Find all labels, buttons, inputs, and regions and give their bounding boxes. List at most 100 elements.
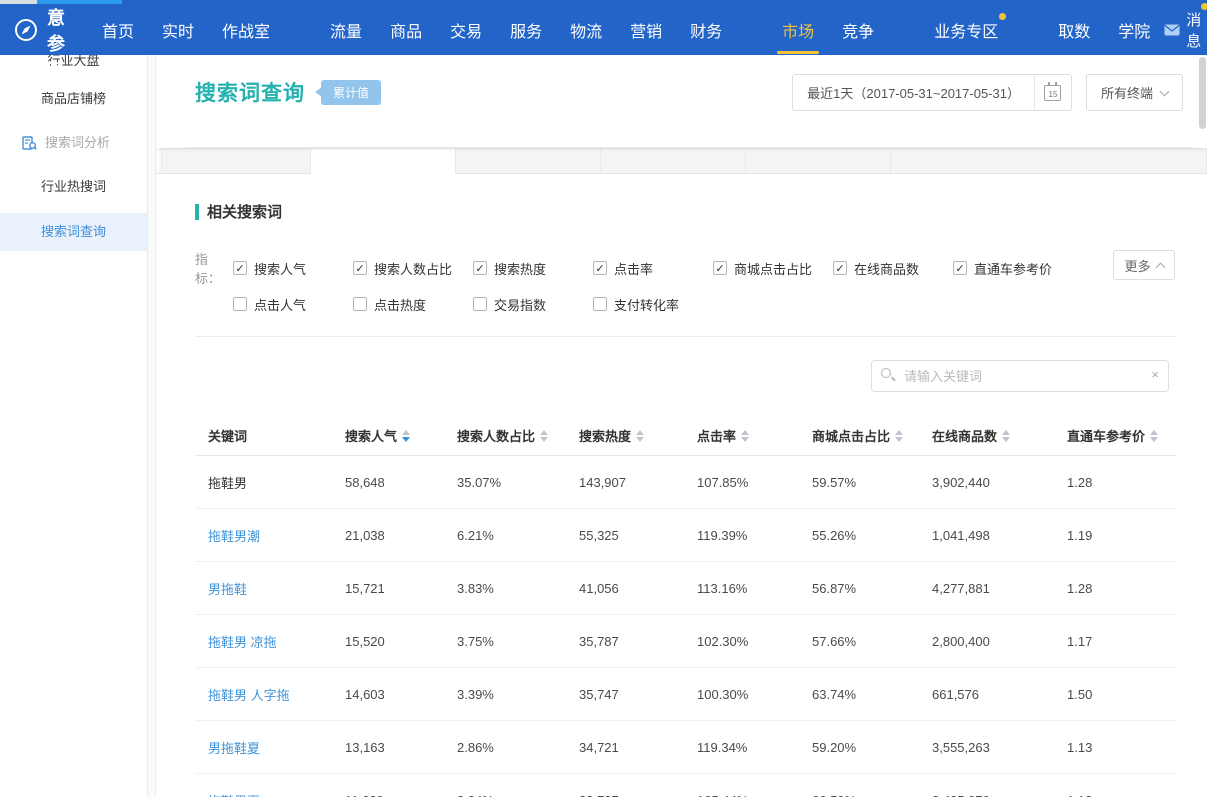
nav-item-business-zone[interactable]: 业务专区 <box>934 18 998 42</box>
nav-item-service[interactable]: 服务 <box>510 18 542 42</box>
value-cell: 14,603 <box>345 687 457 702</box>
nav-item-logistics[interactable]: 物流 <box>570 18 602 42</box>
keyword-link[interactable]: 拖鞋男夏 <box>195 791 345 797</box>
checkbox-checked-icon[interactable]: ✓ <box>953 261 967 275</box>
filter-click-popularity[interactable]: 点击人气 <box>233 295 353 314</box>
keyword-link[interactable]: 拖鞋男潮 <box>195 526 345 545</box>
clear-icon[interactable]: × <box>1151 367 1159 382</box>
sidebar-item-industry-hot-words[interactable]: 行业热搜词 <box>0 165 147 209</box>
tab-4[interactable] <box>601 148 746 173</box>
column-header-click-rate[interactable]: 点击率 <box>697 426 812 445</box>
column-header-search-popularity[interactable]: 搜索人气 <box>345 426 457 445</box>
checkbox-checked-icon[interactable]: ✓ <box>233 261 247 275</box>
sidebar-group-search-analysis: 搜索词分析 <box>0 121 147 165</box>
sidebar-scrollbar[interactable] <box>147 55 156 797</box>
value-cell: 119.34% <box>697 740 812 755</box>
checkbox-unchecked-icon[interactable] <box>233 297 247 311</box>
value-cell: 661,576 <box>932 687 1067 702</box>
keyword-link[interactable]: 男拖鞋夏 <box>195 738 345 757</box>
column-header-ztc-price[interactable]: 直通车参考价 <box>1067 426 1177 445</box>
column-header-online-products[interactable]: 在线商品数 <box>932 426 1067 445</box>
sort-icon[interactable] <box>636 430 644 442</box>
table-row: 男拖鞋 15,721 3.83% 41,056 113.16% 56.87% 4… <box>195 562 1177 615</box>
tab-6[interactable] <box>891 148 1207 173</box>
sort-icon[interactable] <box>1002 430 1010 442</box>
app-window: 生意参谋 首页 实时 作战室 流量 商品 交易 服务 物流 营销 财务 市场 竞… <box>0 0 1207 797</box>
nav-item-academy[interactable]: 学院 <box>1118 18 1150 42</box>
table-row: 拖鞋男 58,648 35.07% 143,907 107.85% 59.57%… <box>195 456 1177 509</box>
column-header-mall-click-share[interactable]: 商城点击占比 <box>812 426 932 445</box>
more-button[interactable]: 更多 <box>1113 250 1175 280</box>
nav-item-messages[interactable]: 消息 <box>1164 9 1201 51</box>
checkbox-checked-icon[interactable]: ✓ <box>593 261 607 275</box>
value-cell: 4,277,881 <box>932 581 1067 596</box>
checkbox-checked-icon[interactable]: ✓ <box>353 261 367 275</box>
checkbox-checked-icon[interactable]: ✓ <box>713 261 727 275</box>
value-cell: 35,747 <box>579 687 697 702</box>
keyword-link[interactable]: 拖鞋男 凉拖 <box>195 632 345 651</box>
nav-item-data-fetch[interactable]: 取数 <box>1058 18 1090 42</box>
date-range-picker[interactable]: 最近1天（2017-05-31~2017-05-31） 15 <box>792 74 1072 111</box>
nav-item-home[interactable]: 首页 <box>102 18 134 42</box>
brand-logo[interactable]: 生意参谋 <box>14 0 66 82</box>
sort-icon[interactable] <box>741 430 749 442</box>
keyword-link[interactable]: 拖鞋男 人字拖 <box>195 685 345 704</box>
sidebar-item-search-word-query[interactable]: 搜索词查询 <box>0 213 147 251</box>
value-cell: 55.26% <box>812 528 932 543</box>
keyword-link[interactable]: 男拖鞋 <box>195 579 345 598</box>
filter-trade-index[interactable]: 交易指数 <box>473 295 593 314</box>
checkbox-unchecked-icon[interactable] <box>353 297 367 311</box>
filter-mall-click-share[interactable]: ✓ 商城点击占比 <box>713 259 833 278</box>
sort-icon[interactable] <box>895 430 903 442</box>
tab-5[interactable] <box>746 148 891 173</box>
page-scrollbar-thumb[interactable] <box>1199 57 1206 129</box>
main-panel: 搜索词查询 累计值 最近1天（2017-05-31~2017-05-31） 15… <box>156 55 1207 797</box>
filter-search-popularity[interactable]: ✓ 搜索人气 <box>233 259 353 278</box>
keyword-search-input[interactable] <box>871 360 1169 392</box>
nav-item-trade[interactable]: 交易 <box>450 18 482 42</box>
value-cell: 1.13 <box>1067 793 1177 797</box>
nav-item-finance[interactable]: 财务 <box>690 18 722 42</box>
tab-1[interactable] <box>161 148 311 173</box>
nav-item-competition[interactable]: 竞争 <box>842 18 874 42</box>
section-accent-bar <box>195 204 199 220</box>
filter-searcher-share[interactable]: ✓ 搜索人数占比 <box>353 259 473 278</box>
value-cell: 143,907 <box>579 475 697 490</box>
filter-online-products[interactable]: ✓ 在线商品数 <box>833 259 953 278</box>
nav-item-product[interactable]: 商品 <box>390 18 422 42</box>
sort-icon[interactable] <box>1150 430 1158 442</box>
tab-2-active[interactable] <box>311 148 456 174</box>
filter-ztc-reference-price[interactable]: ✓ 直通车参考价 <box>953 259 1073 278</box>
checkbox-unchecked-icon[interactable] <box>593 297 607 311</box>
nav-item-warroom[interactable]: 作战室 <box>222 18 270 42</box>
sort-icon[interactable] <box>402 430 410 442</box>
terminal-select[interactable]: 所有终端 <box>1086 74 1183 111</box>
value-cell: 105.44% <box>697 793 812 797</box>
browser-strip-blue <box>37 0 122 4</box>
checkbox-checked-icon[interactable]: ✓ <box>833 261 847 275</box>
nav-item-market[interactable]: 市场 <box>782 18 814 42</box>
table-row: 拖鞋男潮 21,038 6.21% 55,325 119.39% 55.26% … <box>195 509 1177 562</box>
value-cell: 100.30% <box>697 687 812 702</box>
filter-click-rate[interactable]: ✓ 点击率 <box>593 259 713 278</box>
checkbox-checked-icon[interactable]: ✓ <box>473 261 487 275</box>
filter-search-heat[interactable]: ✓ 搜索热度 <box>473 259 593 278</box>
value-cell: 60.50% <box>812 793 932 797</box>
nav-item-realtime[interactable]: 实时 <box>162 18 194 42</box>
column-header-searcher-share[interactable]: 搜索人数占比 <box>457 426 579 445</box>
checkbox-unchecked-icon[interactable] <box>473 297 487 311</box>
sidebar-item-product-shop-rank[interactable]: 商品店铺榜 <box>0 77 147 121</box>
browser-strip-gray <box>0 0 37 4</box>
page-header: 搜索词查询 累计值 最近1天（2017-05-31~2017-05-31） 15… <box>156 55 1207 148</box>
nav-item-marketing[interactable]: 营销 <box>630 18 662 42</box>
value-cell: 113.16% <box>697 581 812 596</box>
tab-strip <box>156 148 1207 174</box>
nav-item-traffic[interactable]: 流量 <box>330 18 362 42</box>
filter-pay-conversion[interactable]: 支付转化率 <box>593 295 713 314</box>
column-header-search-heat[interactable]: 搜索热度 <box>579 426 697 445</box>
sort-icon[interactable] <box>540 430 548 442</box>
search-icon <box>881 368 891 378</box>
tab-3[interactable] <box>456 148 601 173</box>
filter-click-heat[interactable]: 点击热度 <box>353 295 473 314</box>
value-cell: 57.66% <box>812 634 932 649</box>
